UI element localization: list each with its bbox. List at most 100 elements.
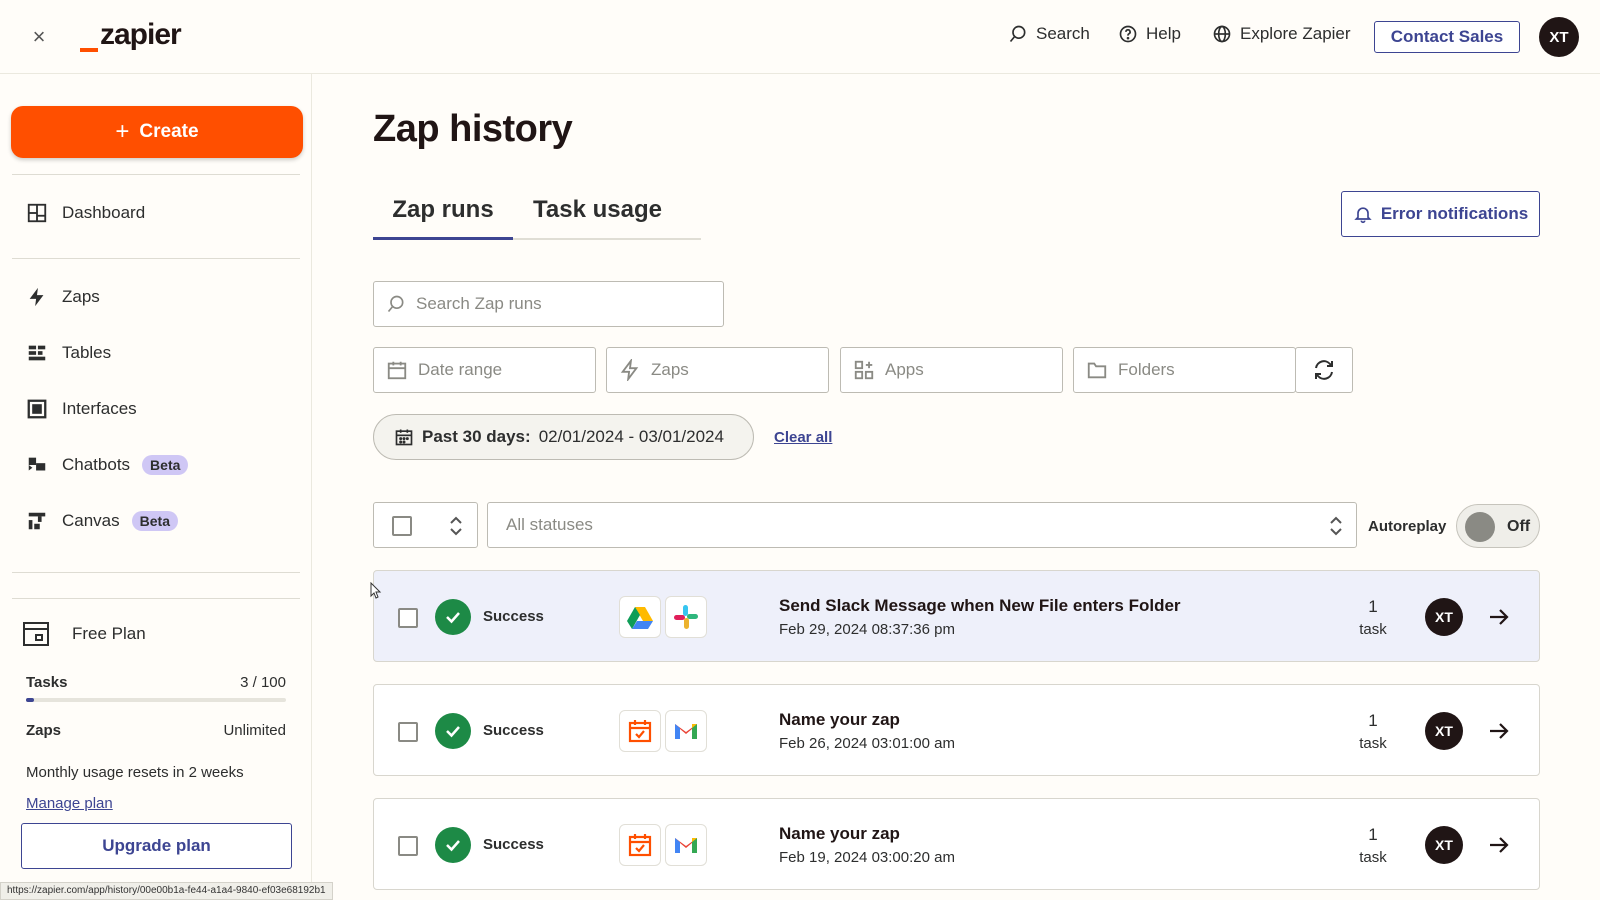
chevron-updown-icon	[450, 516, 462, 536]
beta-badge: Beta	[142, 455, 189, 475]
run-status: Success	[483, 722, 544, 739]
search-nav-button[interactable]: Search	[1008, 24, 1090, 44]
canvas-icon	[28, 512, 46, 530]
status-filter-select[interactable]: All statuses	[487, 502, 1357, 548]
zaps-usage-row: Zaps Unlimited	[26, 722, 286, 739]
arrow-right-icon[interactable]	[1486, 604, 1512, 630]
clear-all-link[interactable]: Clear all	[774, 429, 832, 446]
arrow-right-icon[interactable]	[1486, 832, 1512, 858]
create-button[interactable]: + Create	[11, 106, 303, 158]
sidebar-item-zaps[interactable]: Zaps	[26, 286, 100, 308]
tab-zap-runs[interactable]: Zap runs	[373, 196, 513, 240]
tasks-progress-fill	[26, 698, 34, 702]
arrow-right-icon[interactable]	[1486, 718, 1512, 744]
beta-badge: Beta	[131, 511, 178, 531]
plan-title: Free Plan	[22, 620, 146, 648]
toggle-knob	[1465, 512, 1495, 542]
success-check-icon	[435, 713, 471, 749]
search-zap-runs-input[interactable]: Search Zap runs	[373, 281, 724, 327]
usage-reset-text: Monthly usage resets in 2 weeks	[26, 764, 244, 781]
task-label: task	[1359, 735, 1387, 752]
chevron-updown-icon	[1330, 516, 1342, 536]
error-notifications-button[interactable]: Error notifications	[1341, 191, 1540, 237]
manage-plan-link[interactable]: Manage plan	[26, 795, 113, 812]
divider	[12, 598, 300, 599]
divider	[12, 258, 300, 259]
date-range-chip[interactable]: Past 30 days: 02/01/2024 - 03/01/2024	[373, 414, 754, 460]
sidebar-item-interfaces[interactable]: Interfaces	[26, 398, 137, 420]
calendar-icon	[395, 429, 413, 446]
task-label: task	[1359, 621, 1387, 638]
search-icon	[1009, 25, 1026, 43]
run-status: Success	[483, 836, 544, 853]
zap-run-row[interactable]: Success Send Slack Message when New File…	[373, 570, 1540, 662]
schedule-icon	[619, 824, 661, 866]
folder-icon	[1087, 362, 1107, 379]
zap-run-row[interactable]: Success Name your zap Feb 26, 2024 03:01…	[373, 684, 1540, 776]
mouse-cursor-icon	[370, 582, 382, 599]
run-owner-avatar: XT	[1425, 826, 1463, 864]
user-avatar[interactable]: XT	[1539, 17, 1579, 57]
bolt-icon	[29, 287, 44, 307]
gmail-icon	[665, 824, 707, 866]
sidebar-item-tables[interactable]: Tables	[26, 342, 111, 364]
bell-icon	[1354, 207, 1372, 224]
apps-filter[interactable]: Apps	[840, 347, 1063, 393]
help-nav-button[interactable]: Help	[1118, 24, 1181, 44]
page-title: Zap history	[373, 108, 573, 150]
google-drive-icon	[619, 596, 661, 638]
run-owner-avatar: XT	[1425, 598, 1463, 636]
task-label: task	[1359, 849, 1387, 866]
run-timestamp: Feb 19, 2024 03:00:20 am	[779, 849, 955, 866]
plus-icon: +	[115, 118, 130, 145]
history-tabs: Zap runs Task usage	[373, 196, 701, 240]
row-checkbox[interactable]	[398, 722, 418, 742]
folders-filter[interactable]: Folders	[1073, 347, 1296, 393]
upgrade-plan-button[interactable]: Upgrade plan	[21, 823, 292, 869]
zap-run-row[interactable]: Success Name your zap Feb 19, 2024 03:00…	[373, 798, 1540, 890]
apps-icon	[854, 360, 874, 380]
bulk-select-dropdown[interactable]	[373, 502, 478, 548]
sidebar-item-dashboard[interactable]: Dashboard	[26, 202, 145, 224]
tasks-progress-bar	[26, 698, 286, 702]
divider	[12, 174, 300, 175]
zap-name: Send Slack Message when New File enters …	[779, 596, 1181, 615]
bolt-icon	[620, 359, 639, 381]
slack-icon	[665, 596, 707, 638]
run-owner-avatar: XT	[1425, 712, 1463, 750]
tab-task-usage[interactable]: Task usage	[533, 196, 683, 240]
row-checkbox[interactable]	[398, 608, 418, 628]
contact-sales-button[interactable]: Contact Sales	[1374, 21, 1520, 53]
tables-icon	[28, 345, 46, 361]
success-check-icon	[435, 827, 471, 863]
zaps-filter[interactable]: Zaps	[606, 347, 829, 393]
refresh-button[interactable]	[1295, 347, 1353, 393]
schedule-icon	[619, 710, 661, 752]
zapier-logo[interactable]: zapier	[80, 18, 182, 52]
plan-icon	[23, 622, 49, 646]
dashboard-icon	[27, 203, 47, 223]
divider	[12, 572, 300, 573]
sidebar-item-chatbots[interactable]: Chatbots Beta	[26, 454, 189, 476]
task-count: 1	[1368, 825, 1378, 844]
task-count: 1	[1368, 597, 1378, 616]
close-icon[interactable]: ×	[26, 24, 52, 50]
row-checkbox[interactable]	[398, 836, 418, 856]
select-all-checkbox[interactable]	[392, 516, 412, 536]
zap-name: Name your zap	[779, 824, 900, 843]
sidebar-item-canvas[interactable]: Canvas Beta	[26, 510, 178, 532]
refresh-icon	[1315, 360, 1333, 380]
search-icon	[387, 295, 404, 313]
help-icon	[1119, 25, 1137, 43]
date-range-filter[interactable]: Date range	[373, 347, 596, 393]
explore-zapier-button[interactable]: Explore Zapier	[1212, 24, 1351, 44]
sidebar: + Create Dashboard Zaps Tables Interface…	[0, 74, 312, 900]
autoreplay-toggle[interactable]: Off	[1456, 504, 1540, 548]
interfaces-icon	[27, 399, 47, 419]
tasks-usage-row: Tasks 3 / 100	[26, 674, 286, 691]
zap-name: Name your zap	[779, 710, 900, 729]
gmail-icon	[665, 710, 707, 752]
status-bar-url: https://zapier.com/app/history/00e00b1a-…	[0, 882, 333, 900]
calendar-icon	[387, 361, 407, 380]
chatbot-icon	[28, 457, 46, 471]
